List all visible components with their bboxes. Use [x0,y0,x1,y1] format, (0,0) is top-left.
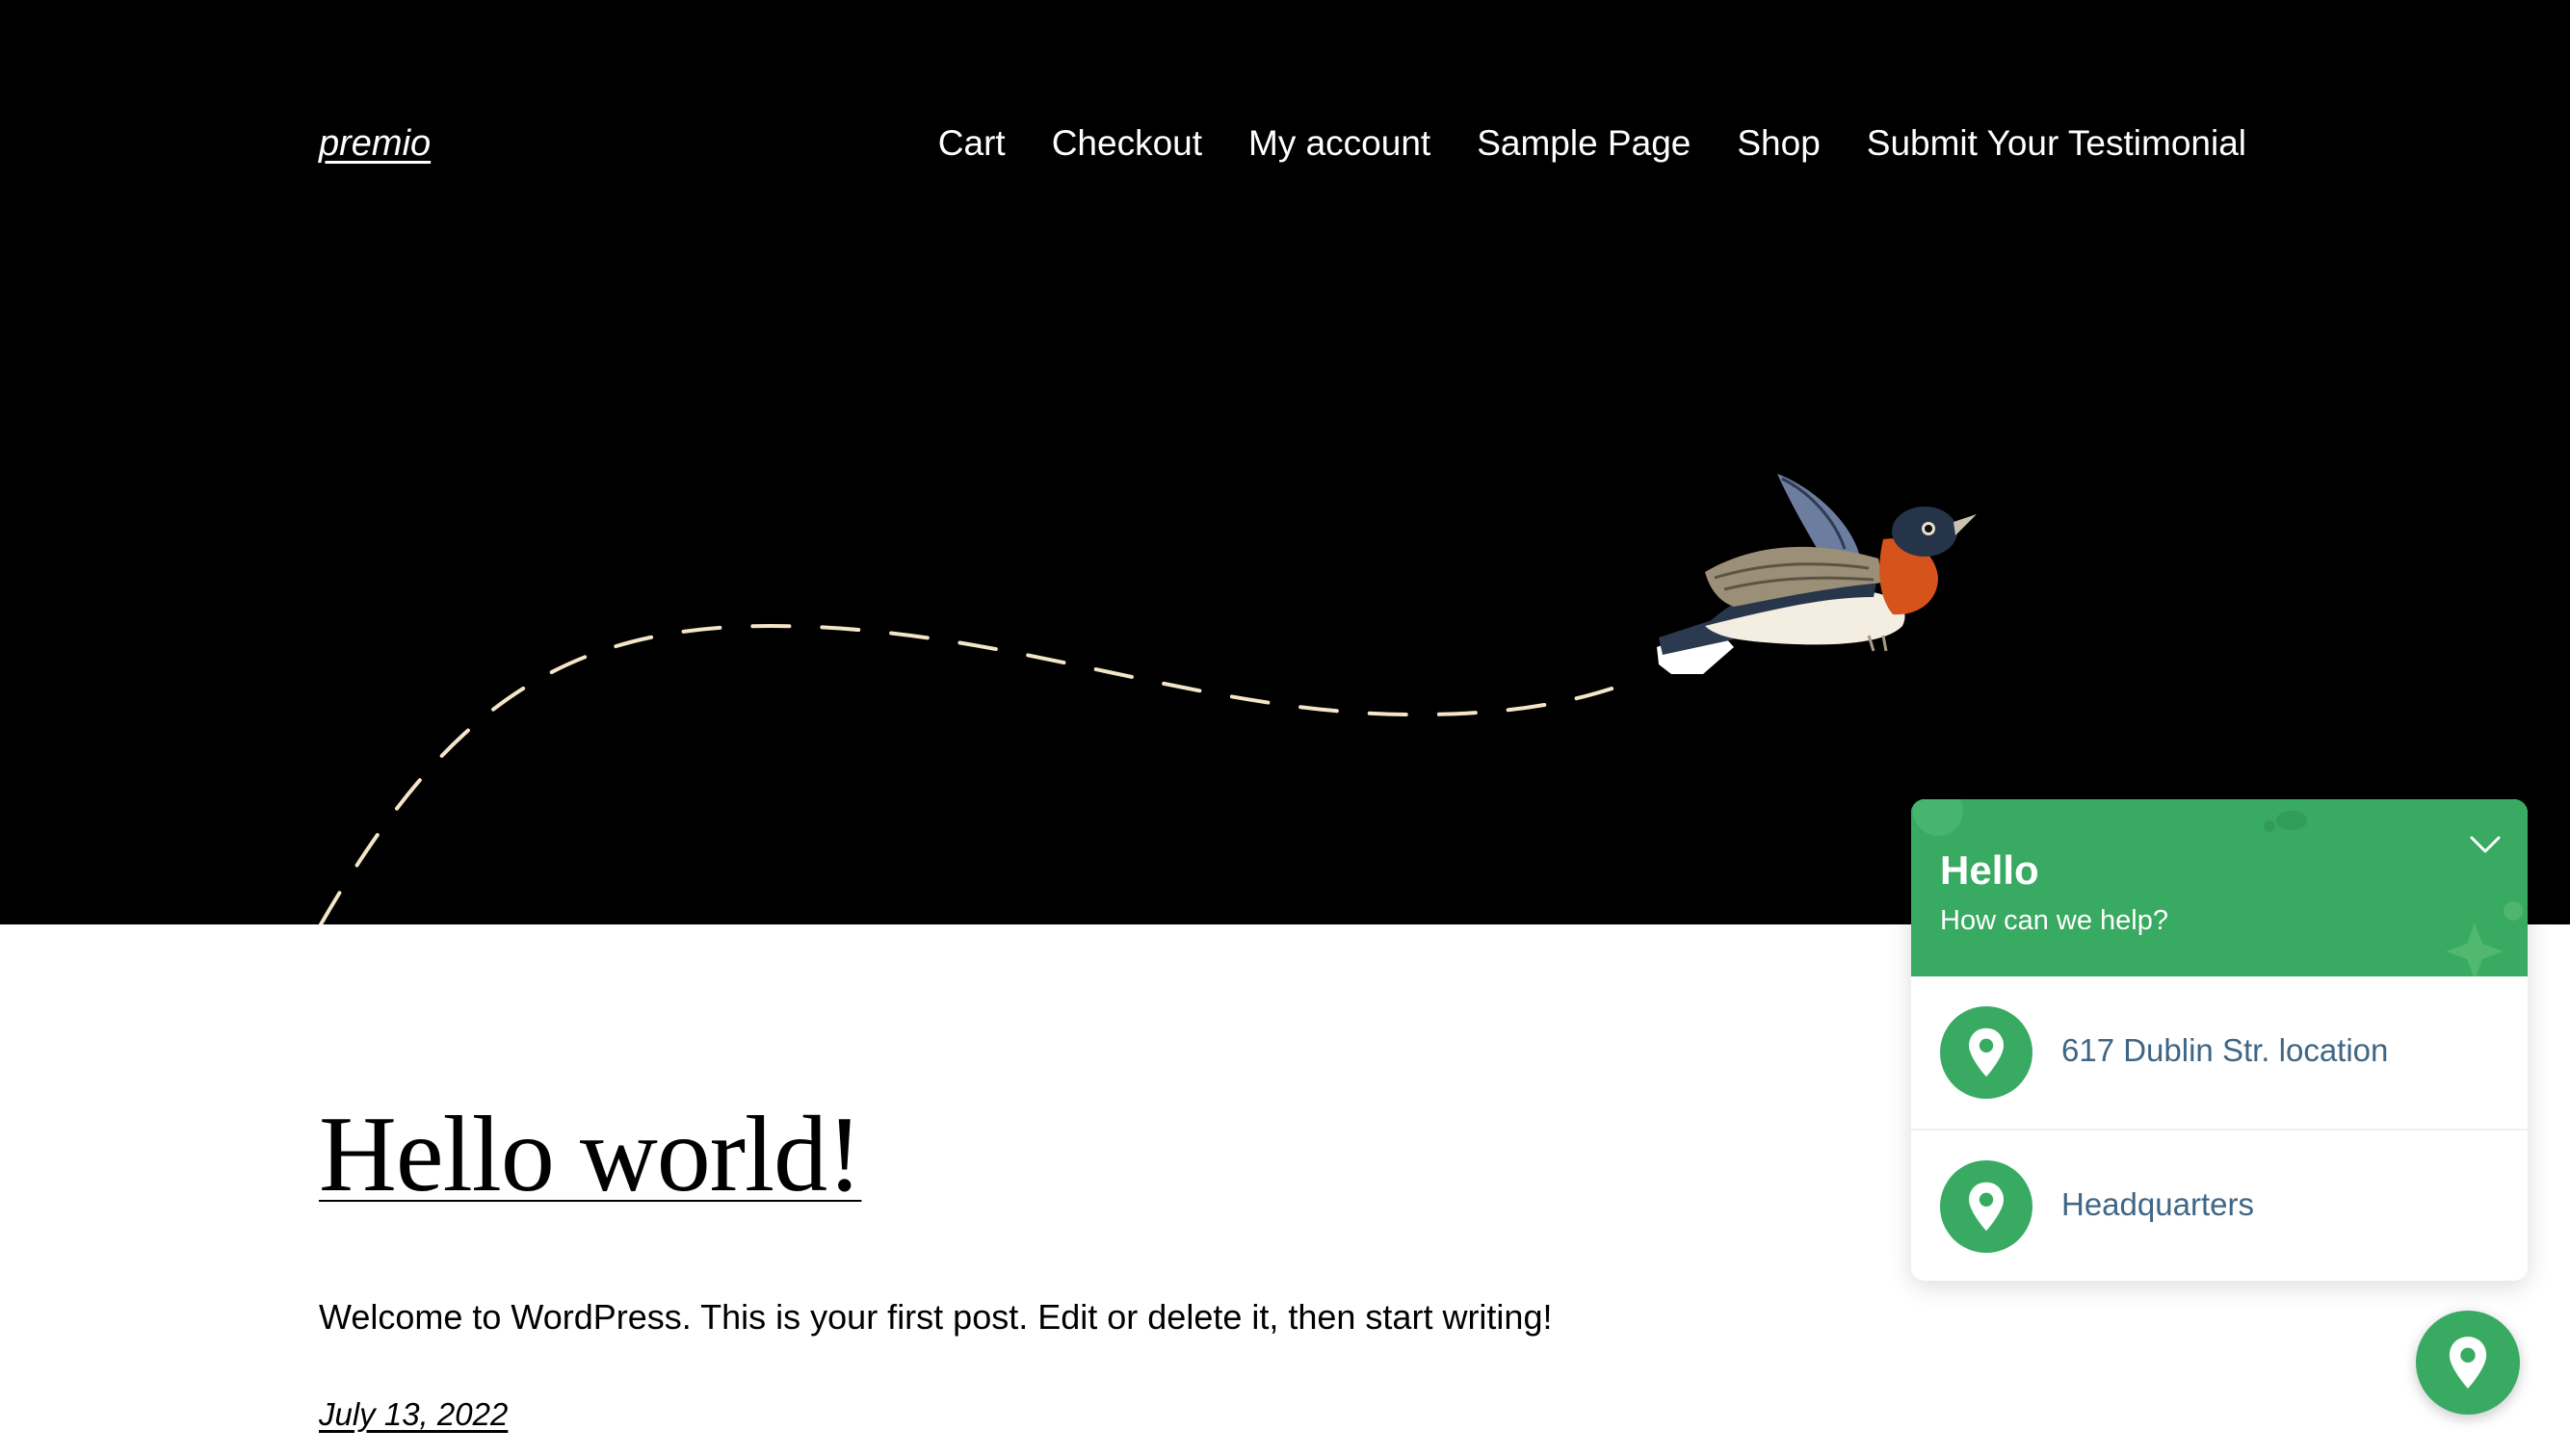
bird-illustration [1657,474,1977,674]
map-pin-icon [1940,1160,2032,1253]
widget-item-label: 617 Dublin Str. location [2061,1032,2389,1068]
chevron-down-icon[interactable] [2464,822,2506,865]
contact-widget-panel: Hello How can we help? 617 Dublin Str. l… [1911,799,2528,1281]
flight-path-dashes [319,623,1639,924]
post-excerpt: Welcome to WordPress. This is your first… [319,1297,1553,1337]
widget-subtitle: How can we help? [1940,905,2168,936]
widget-launcher-button[interactable] [2416,1311,2520,1415]
hero-illustration [319,474,1977,924]
widget-item-label: Headquarters [2061,1186,2254,1222]
widget-item-dublin-location[interactable]: 617 Dublin Str. location [1911,976,2528,1131]
map-pin-icon [2449,1337,2487,1389]
post-date-link[interactable]: July 13, 2022 [319,1396,508,1433]
post-title-link[interactable]: Hello world! [319,1093,862,1217]
widget-item-headquarters[interactable]: Headquarters [1911,1131,2528,1281]
widget-header: Hello How can we help? [1911,799,2528,976]
widget-greeting: Hello [1940,847,2039,893]
hero-header: premio Cart Checkout My account Sample P… [0,0,2570,924]
map-pin-icon [1940,1006,2032,1099]
